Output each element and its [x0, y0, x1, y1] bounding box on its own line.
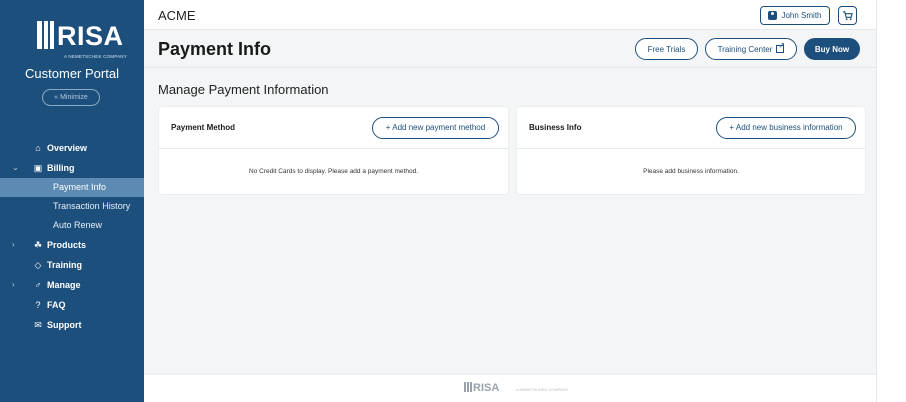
- sidebar-item-overview[interactable]: ⌂ Overview: [0, 138, 144, 158]
- empty-message: No Credit Cards to display. Please add a…: [249, 168, 418, 175]
- training-icon: ◇: [34, 260, 42, 270]
- card-title: Payment Method: [171, 123, 236, 132]
- portal-title: Customer Portal: [25, 66, 119, 81]
- footer-logo: RISA: [464, 382, 499, 394]
- empty-message: Please add business information.: [643, 168, 739, 175]
- sidebar-subitem-auto-renew[interactable]: Auto Renew: [0, 216, 144, 235]
- minimize-button[interactable]: « Minimize: [42, 89, 100, 106]
- page-title: Payment Info: [158, 39, 272, 59]
- training-center-button[interactable]: Training Center: [705, 38, 797, 60]
- external-link-icon: [776, 42, 785, 53]
- sidebar-item-label: Billing: [47, 163, 75, 173]
- chevron-right-icon: ›: [12, 240, 15, 249]
- main-content: Manage Payment Information Payment Metho…: [144, 68, 876, 374]
- sidebar-item-label: Support: [47, 320, 82, 330]
- cart-icon: [842, 11, 853, 21]
- sidebar-item-training[interactable]: ◇ Training: [0, 255, 144, 275]
- footer-tagline: A NEMETSCHEK COMPANY: [516, 387, 569, 392]
- home-icon: ⌂: [35, 143, 41, 153]
- free-trials-button[interactable]: Free Trials: [635, 38, 698, 60]
- logo-tagline: A NEMETSCHEK COMPANY: [64, 54, 127, 59]
- chevron-right-icon: ›: [12, 280, 15, 289]
- sidebar: RISA A NEMETSCHEK COMPANY Customer Porta…: [0, 0, 144, 402]
- card-header: Business Info + Add new business informa…: [517, 107, 865, 149]
- sidebar-item-label: FAQ: [47, 300, 66, 310]
- question-icon: ?: [35, 300, 41, 310]
- card-title: Business Info: [529, 123, 582, 132]
- cart-button[interactable]: [838, 6, 857, 25]
- footer-logo-text: RISA: [473, 382, 500, 394]
- sidebar-item-label: Overview: [47, 143, 88, 153]
- company-name: ACME: [158, 8, 196, 23]
- chevron-down-icon: ⌄: [12, 163, 19, 172]
- sidebar-item-products[interactable]: › ☘ Products: [0, 235, 144, 255]
- page-header: Payment Info Free Trials Training Center…: [144, 30, 876, 68]
- sidebar-subitem-label: Transaction History: [53, 201, 131, 211]
- sidebar-item-billing[interactable]: ⌄ ▣ Billing: [0, 158, 144, 178]
- sidebar-subitem-transaction-history[interactable]: Transaction History: [0, 197, 144, 216]
- products-icon: ☘: [33, 240, 43, 250]
- user-menu-button[interactable]: John Smith: [760, 6, 830, 25]
- add-payment-method-button[interactable]: + Add new payment method: [372, 117, 499, 139]
- manage-icon: ♂: [34, 280, 42, 290]
- sidebar-item-label: Training: [47, 260, 83, 270]
- section-title: Manage Payment Information: [158, 82, 329, 97]
- risa-logo: RISA A NEMETSCHEK COMPANY: [37, 21, 127, 59]
- sidebar-item-label: Manage: [47, 280, 81, 290]
- business-info-card: Business Info + Add new business informa…: [516, 106, 866, 195]
- sidebar-item-faq[interactable]: ? FAQ: [0, 295, 144, 315]
- top-bar: ACME John Smith: [144, 0, 876, 30]
- card-header: Payment Method + Add new payment method: [159, 107, 508, 149]
- sidebar-item-support[interactable]: ✉ Support: [0, 315, 144, 335]
- payment-method-card: Payment Method + Add new payment method …: [158, 106, 509, 195]
- sidebar-subitem-label: Auto Renew: [53, 220, 103, 230]
- billing-icon: ▣: [33, 163, 43, 173]
- training-center-label: Training Center: [717, 44, 773, 54]
- sidebar-item-label: Products: [47, 240, 87, 250]
- sidebar-nav: ⌂ Overview ⌄ ▣ Billing Payment Info Tran…: [0, 138, 144, 335]
- add-business-info-button[interactable]: + Add new business information: [716, 117, 856, 139]
- logo-text: RISA: [57, 21, 124, 51]
- sidebar-item-manage[interactable]: › ♂ Manage: [0, 275, 144, 295]
- sidebar-subitem-label: Payment Info: [53, 182, 107, 192]
- right-rail: [876, 0, 906, 402]
- support-icon: ✉: [34, 320, 42, 330]
- buy-now-button[interactable]: Buy Now: [804, 38, 860, 60]
- sidebar-subitem-payment-info[interactable]: Payment Info: [0, 178, 144, 197]
- footer: RISA A NEMETSCHEK COMPANY: [144, 374, 876, 402]
- user-icon: [768, 11, 778, 20]
- user-name: John Smith: [781, 11, 822, 20]
